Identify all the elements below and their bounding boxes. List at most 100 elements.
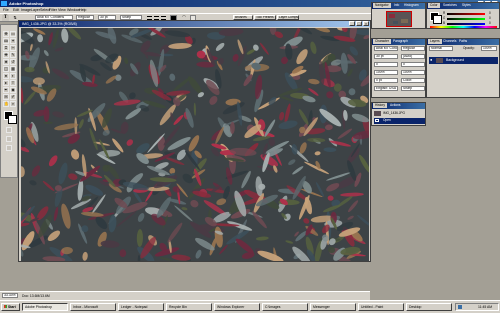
clone-stamp-tool-icon[interactable]: ♣ (3, 59, 9, 65)
snapshot-thumbnail (374, 111, 381, 116)
doc-maximize-icon[interactable]: □ (356, 21, 362, 26)
task-button[interactable]: Inbox - Microsoft (70, 303, 116, 311)
slice-tool-icon[interactable]: ✄ (10, 45, 16, 51)
history-step-row[interactable]: Open (374, 118, 425, 124)
task-button[interactable]: C:\Images (262, 303, 308, 311)
tray-clock: 11:45 AM (478, 305, 493, 309)
snapshot-name: IMG_1436.JPG (383, 111, 405, 115)
tab-swatches[interactable]: Swatches (441, 3, 459, 8)
eraser-tool-icon[interactable]: ◫ (3, 66, 9, 72)
tray-icon[interactable] (458, 305, 462, 309)
screen-mode-icon[interactable] (6, 136, 12, 142)
character-field-4-b[interactable]: Color: (401, 78, 425, 83)
task-button[interactable]: Desktop (406, 303, 452, 311)
doc-close-icon[interactable]: × (363, 21, 369, 26)
gradient-tool-icon[interactable]: ▦ (10, 66, 16, 72)
task-button[interactable]: Untitled - Paint (358, 303, 404, 311)
zoom-field[interactable]: 33.33% (2, 293, 18, 298)
channel-g-slider[interactable] (447, 18, 485, 20)
channel-b-slider[interactable] (447, 23, 485, 25)
character-field-5-b[interactable]: Sharp (401, 86, 425, 91)
history-panel: History Actions IMG_1436.JPG Open (371, 102, 426, 126)
opacity-field[interactable]: 100% (481, 46, 497, 51)
tab-history[interactable]: History (373, 103, 387, 108)
eyedropper-tool-icon[interactable]: ✐ (10, 94, 16, 100)
healing-tool-icon[interactable]: ✚ (3, 52, 9, 58)
tab-channels[interactable]: Channels (441, 39, 458, 44)
move-tool-icon[interactable]: ✥ (3, 31, 9, 37)
channel-r-slider[interactable] (447, 13, 485, 15)
magic-wand-tool-icon[interactable]: ✦ (10, 38, 16, 44)
quick-mask-icon[interactable] (6, 127, 12, 133)
menu-view[interactable]: View (58, 8, 66, 12)
notes-tool-icon[interactable]: ✉ (3, 94, 9, 100)
task-button[interactable]: Adobe Photoshop (22, 303, 68, 311)
history-brush-tool-icon[interactable]: ↺ (10, 59, 16, 65)
task-button[interactable]: Ledger - Notepad (118, 303, 164, 311)
character-field-2-b[interactable]: 0 (401, 62, 425, 67)
tab-histogram[interactable]: Histogram (402, 3, 421, 8)
document-title: IMG_1436.JPG @ 33.3% (RGB/8) (22, 22, 77, 26)
document-title-bar: IMG_1436.JPG @ 33.3% (RGB/8) _ □ × (19, 21, 370, 27)
lasso-tool-icon[interactable]: ꝏ (3, 38, 9, 44)
shape-tool-icon[interactable]: ◆ (10, 87, 16, 93)
tab-color[interactable]: Color (428, 3, 440, 8)
menu-image[interactable]: Image (21, 8, 31, 12)
tab-paragraph[interactable]: Paragraph (391, 39, 410, 44)
system-tray: 11:45 AM (455, 303, 499, 311)
color-ramp[interactable] (430, 26, 497, 28)
tab-actions[interactable]: Actions (388, 103, 402, 108)
pen-tool-icon[interactable]: ✒ (3, 87, 9, 93)
jump-to-imageready-icon[interactable] (6, 145, 12, 151)
tab-character[interactable]: Character (373, 39, 391, 44)
background-color-icon[interactable] (8, 115, 17, 124)
text-tool-icon[interactable]: T (2, 15, 9, 21)
start-label: Start (8, 305, 16, 309)
marquee-tool-icon[interactable]: ▭ (10, 31, 16, 37)
brush-tool-icon[interactable]: ✎ (10, 52, 16, 58)
character-field-3-a[interactable]: 100% (374, 70, 398, 75)
tab-layers[interactable]: Layers (428, 39, 442, 44)
menu-layer[interactable]: Layer (31, 8, 40, 12)
zoom-tool-icon[interactable]: ⌕ (10, 101, 16, 107)
visibility-eye-icon[interactable]: ● (430, 58, 434, 62)
bg-color-swatch[interactable] (433, 15, 442, 24)
doc-minimize-icon[interactable]: _ (349, 21, 355, 26)
layer-thumbnail (436, 58, 443, 63)
task-button[interactable]: Windows Explorer (214, 303, 260, 311)
path-select-tool-icon[interactable]: ▸ (3, 80, 9, 86)
task-button[interactable]: Messenger (310, 303, 356, 311)
character-field-0-a[interactable]: Arial MT Condens (374, 46, 398, 51)
character-field-2-a[interactable]: 0 (374, 62, 398, 67)
layer-row-background[interactable]: ● Background (429, 57, 498, 64)
character-field-1-a[interactable]: 30 pt (374, 54, 398, 59)
character-field-5-a[interactable]: English: USA (374, 86, 398, 91)
hand-tool-icon[interactable]: ✋ (3, 101, 9, 107)
tab-styles[interactable]: Styles (460, 3, 473, 8)
tab-info[interactable]: Info (392, 3, 401, 8)
character-field-3-b[interactable]: 100% (401, 70, 425, 75)
layers-panel: Layers Channels Paths Normal Opacity: 10… (426, 38, 500, 98)
navigator-thumbnail[interactable] (386, 11, 412, 27)
crop-tool-icon[interactable]: ⌗ (3, 45, 9, 51)
tab-navigator[interactable]: Navigator (373, 3, 391, 8)
image-canvas[interactable] (21, 28, 369, 261)
windows-logo-icon (4, 305, 7, 308)
character-field-1-b[interactable]: (Auto) (401, 54, 425, 59)
start-button[interactable]: Start (1, 303, 20, 311)
dodge-tool-icon[interactable]: ◐ (10, 73, 16, 79)
menu-help[interactable]: Help (79, 8, 86, 12)
history-snapshot-row[interactable]: IMG_1436.JPG (374, 111, 425, 117)
menu-file[interactable]: File (3, 8, 9, 12)
blur-tool-icon[interactable]: ● (3, 73, 9, 79)
blend-mode-select[interactable]: Normal (429, 46, 453, 51)
type-tool-icon[interactable]: T (10, 80, 16, 86)
task-button[interactable]: Recycle Bin (166, 303, 212, 311)
tab-paths[interactable]: Paths (457, 39, 469, 44)
menu-filter[interactable]: Filter (49, 8, 57, 12)
character-field-4-a[interactable]: 0 pt (374, 78, 398, 83)
menu-window[interactable]: Window (67, 8, 80, 12)
history-tabs: History Actions (372, 103, 425, 109)
menu-edit[interactable]: Edit (13, 8, 19, 12)
character-field-0-b[interactable]: Regular (401, 46, 425, 51)
